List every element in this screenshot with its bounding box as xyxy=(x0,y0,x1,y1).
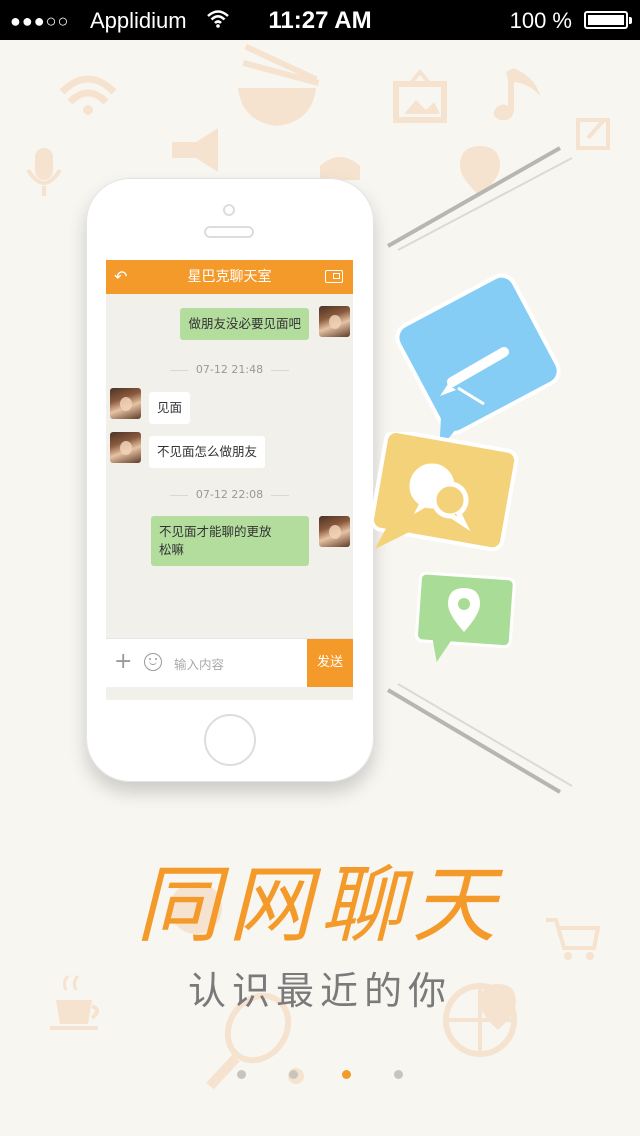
send-button[interactable]: 发送 xyxy=(307,639,353,687)
avatar[interactable] xyxy=(319,306,350,337)
back-icon[interactable]: ↶ xyxy=(114,260,127,294)
page-dot[interactable] xyxy=(289,1070,299,1079)
location-feature-bubble xyxy=(415,571,516,662)
bowl-bg-icon xyxy=(238,43,320,126)
page-dot[interactable] xyxy=(393,1070,403,1079)
cake-bg-icon xyxy=(320,157,360,180)
contact-card-icon[interactable] xyxy=(325,270,343,283)
edit-bg-icon xyxy=(576,118,610,150)
home-button xyxy=(204,714,256,766)
emoji-icon[interactable] xyxy=(144,653,162,671)
message-bubble-me: 不见面才能聊的更放 松嘛 xyxy=(151,516,309,566)
pencil-feature-bubble xyxy=(395,273,561,450)
subheadline: 认识最近的你 xyxy=(187,969,452,1013)
wifi-bg-icon xyxy=(59,75,117,115)
camera-dot xyxy=(223,204,235,216)
picture-bg-icon xyxy=(393,68,447,123)
timestamp: 07-12 21:48 xyxy=(106,363,353,376)
chat-title: 星巴克聊天室 xyxy=(187,269,272,285)
timestamp: 07-12 22:08 xyxy=(106,488,353,501)
megaphone-bg-icon xyxy=(172,128,218,172)
message-input[interactable]: 输入内容 xyxy=(174,654,224,673)
phone-mockup: ↶ 星巴克聊天室 做朋友没必要见面吧 07-12 21:48 见面 不见面怎么做… xyxy=(86,178,374,782)
chat-feature-bubble xyxy=(369,432,519,552)
message-bubble-them: 见面 xyxy=(149,392,191,424)
location-star-bg-icon xyxy=(460,146,500,196)
headline: 同网聊天 xyxy=(135,856,504,954)
message-input-bar: + 输入内容 发送 xyxy=(106,638,353,687)
page-dot-active[interactable] xyxy=(341,1070,351,1079)
message-bubble-me: 做朋友没必要见面吧 xyxy=(180,308,309,340)
page-dot[interactable] xyxy=(237,1070,247,1079)
music-bg-icon xyxy=(493,68,540,121)
avatar[interactable] xyxy=(110,388,141,419)
chat-screen: ↶ 星巴克聊天室 做朋友没必要见面吧 07-12 21:48 见面 不见面怎么做… xyxy=(106,260,353,700)
plus-icon[interactable]: + xyxy=(114,651,132,673)
page-indicator[interactable] xyxy=(0,1064,640,1083)
avatar[interactable] xyxy=(110,432,141,463)
chat-header: ↶ 星巴克聊天室 xyxy=(106,260,353,294)
microphone-bg-icon xyxy=(26,148,62,196)
avatar[interactable] xyxy=(319,516,350,547)
phone-speaker xyxy=(204,226,254,238)
message-bubble-them: 不见面怎么做朋友 xyxy=(149,436,266,468)
